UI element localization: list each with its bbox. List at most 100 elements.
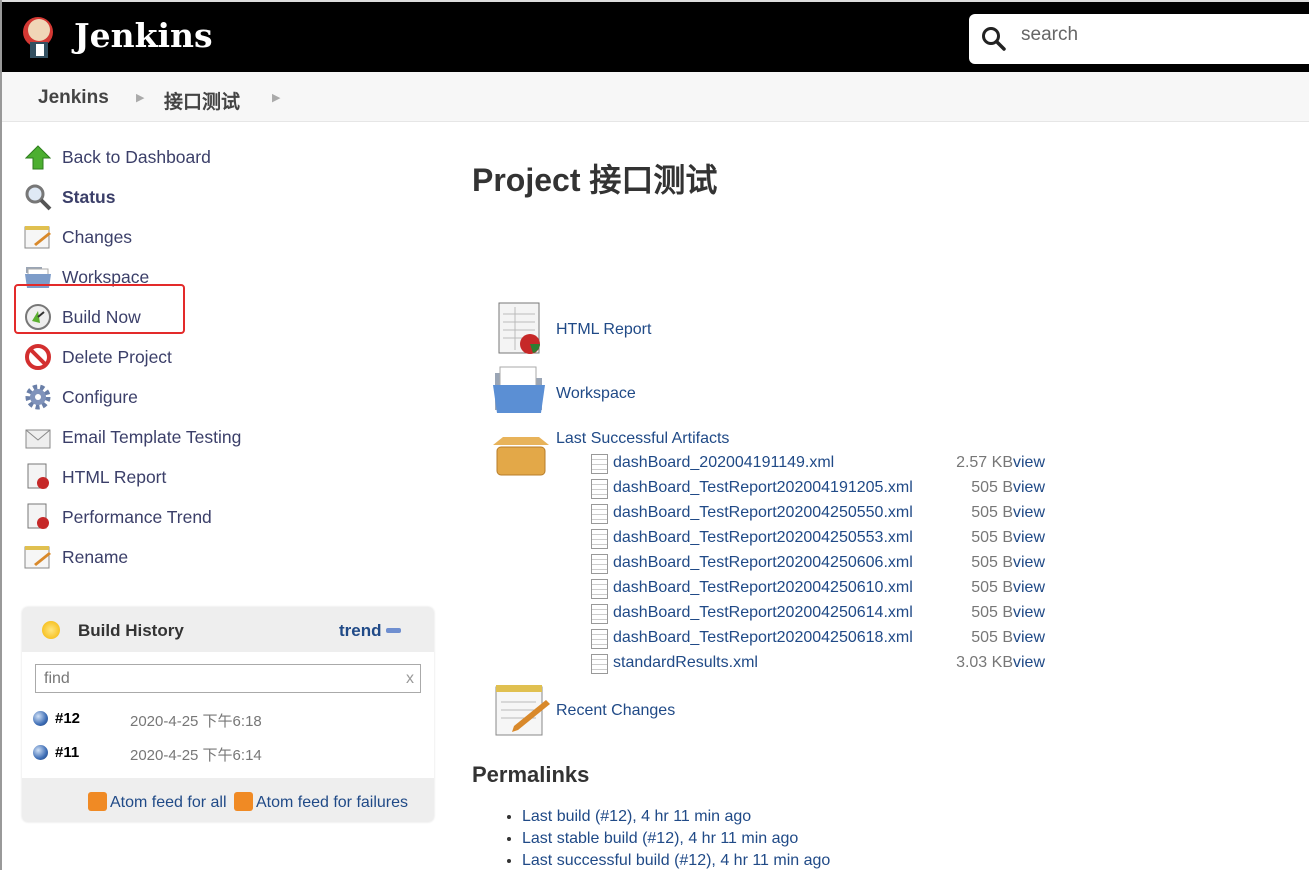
artifact-link[interactable]: dashBoard_TestReport202004250553.xml — [613, 529, 913, 547]
artifact-size: 2.57 KB — [956, 454, 1013, 471]
sidebar-item-changes[interactable]: Changes — [24, 222, 132, 252]
sidebar-item-label: Configure — [62, 386, 138, 407]
artifact-view-link[interactable]: view — [1013, 554, 1045, 572]
find-input[interactable]: find x — [35, 664, 421, 693]
breadcrumb-project[interactable]: 接口测试 — [164, 87, 240, 114]
recent-changes-link[interactable]: Recent Changes — [556, 702, 675, 720]
artifact-row: dashBoard_TestReport202004250606.xml 505 … — [591, 552, 1051, 577]
up-arrow-icon — [24, 143, 52, 171]
highlight-box — [14, 284, 185, 334]
envelope-icon — [24, 423, 52, 451]
report-icon — [24, 463, 52, 491]
jenkins-logo[interactable] — [22, 14, 58, 60]
workspace-link[interactable]: Workspace — [556, 385, 636, 403]
sidebar-item-label: Back to Dashboard — [62, 146, 211, 167]
permalink-item: Last successful build (#12), 4 hr 11 min… — [522, 850, 830, 872]
artifact-view-link[interactable]: view — [1013, 479, 1045, 497]
build-history-footer: Atom feed for all Atom feed for failures — [22, 778, 434, 822]
file-icon — [591, 654, 608, 674]
artifact-size: 505 B — [971, 604, 1013, 621]
permalink-last-build[interactable]: Last build (#12), 4 hr 11 min ago — [522, 808, 751, 825]
artifact-link[interactable]: dashBoard_TestReport202004250614.xml — [613, 604, 913, 622]
artifact-size: 505 B — [971, 504, 1013, 521]
file-icon — [591, 629, 608, 649]
artifact-link[interactable]: dashBoard_TestReport202004250618.xml — [613, 629, 913, 647]
artifact-view-link[interactable]: view — [1013, 629, 1045, 647]
artifact-size: 3.03 KB — [956, 654, 1013, 671]
artifact-view-link[interactable]: view — [1013, 604, 1045, 622]
sidebar-item-label: Performance Trend — [62, 506, 212, 527]
search-input[interactable] — [1021, 24, 1281, 46]
chevron-right-icon[interactable]: ▶ — [136, 91, 144, 104]
file-icon — [591, 454, 608, 474]
artifact-link[interactable]: dashBoard_TestReport202004250610.xml — [613, 579, 913, 597]
artifact-link[interactable]: dashBoard_TestReport202004250550.xml — [613, 504, 913, 522]
permalink-item: Last build (#12), 4 hr 11 min ago — [522, 806, 830, 828]
sidebar-item-delete-project[interactable]: Delete Project — [24, 342, 172, 372]
build-history-panel: Build History trend find x #12 2020-4-25 下… — [22, 607, 434, 822]
artifact-row: dashBoard_TestReport202004250614.xml 505 … — [591, 602, 1051, 627]
notepad-icon — [24, 223, 52, 251]
no-entry-icon — [24, 343, 52, 371]
artifact-row: standardResults.xml 3.03 KB view — [591, 652, 1051, 677]
artifact-view-link[interactable]: view — [1013, 654, 1045, 672]
permalinks-list: Last build (#12), 4 hr 11 min ago Last s… — [507, 806, 830, 872]
permalinks-heading: Permalinks — [472, 762, 590, 787]
trend-link[interactable]: trend — [339, 621, 382, 641]
artifact-row: dashBoard_TestReport202004250550.xml 505 … — [591, 502, 1051, 527]
status-ball-icon — [33, 745, 48, 760]
notepad-icon — [24, 543, 52, 571]
permalink-last-stable-build[interactable]: Last stable build (#12), 4 hr 11 min ago — [522, 830, 798, 847]
permalink-item: Last stable build (#12), 4 hr 11 min ago — [522, 828, 830, 850]
search-box[interactable] — [969, 14, 1309, 64]
chevron-right-icon[interactable]: ▶ — [272, 91, 280, 104]
report-icon — [498, 302, 540, 354]
sidebar-item-configure[interactable]: Configure — [24, 382, 138, 412]
artifact-size: 505 B — [971, 479, 1013, 496]
breadcrumb: Jenkins ▶ 接口测试 ▶ — [2, 72, 1309, 122]
build-history-title: Build History — [78, 621, 184, 640]
artifact-view-link[interactable]: view — [1013, 454, 1045, 472]
sidebar-item-back-to-dashboard[interactable]: Back to Dashboard — [24, 142, 211, 172]
sidebar-item-email-template-testing[interactable]: Email Template Testing — [24, 422, 241, 452]
artifact-link[interactable]: dashBoard_TestReport202004250606.xml — [613, 554, 913, 572]
atom-feed-all-link[interactable]: Atom feed for all — [110, 794, 227, 811]
sidebar-item-status[interactable]: Status — [24, 182, 115, 212]
artifact-row: dashBoard_TestReport202004250618.xml 505 … — [591, 627, 1051, 652]
build-link[interactable]: #11 — [55, 744, 79, 761]
artifact-link[interactable]: dashBoard_TestReport202004191205.xml — [613, 479, 913, 497]
build-history-header: Build History trend — [22, 607, 434, 652]
brand-name[interactable]: Jenkins — [74, 16, 213, 55]
sidebar-item-performance-trend[interactable]: Performance Trend — [24, 502, 212, 532]
magnifier-icon — [24, 183, 52, 211]
search-icon — [982, 27, 1006, 51]
breadcrumb-jenkins[interactable]: Jenkins — [38, 87, 109, 109]
sidebar-item-label: Delete Project — [62, 346, 172, 367]
sidebar-item-label: Changes — [62, 226, 133, 247]
page-title: Project 接口测试 — [472, 162, 718, 198]
artifact-size: 505 B — [971, 629, 1013, 646]
file-icon — [591, 554, 608, 574]
last-successful-artifacts-link[interactable]: Last Successful Artifacts — [556, 430, 729, 448]
artifact-link[interactable]: standardResults.xml — [613, 654, 758, 672]
html-report-link[interactable]: HTML Report — [556, 321, 651, 339]
clear-button[interactable]: x — [406, 665, 414, 692]
atom-feed-failures-link[interactable]: Atom feed for failures — [256, 794, 408, 811]
artifact-view-link[interactable]: view — [1013, 529, 1045, 547]
artifact-view-link[interactable]: view — [1013, 579, 1045, 597]
artifact-view-link[interactable]: view — [1013, 504, 1045, 522]
sidebar-item-html-report[interactable]: HTML Report — [24, 462, 166, 492]
artifact-link[interactable]: dashBoard_202004191149.xml — [613, 454, 834, 472]
find-placeholder: find — [44, 670, 70, 687]
notepad-icon — [495, 685, 550, 736]
permalink-last-successful-build[interactable]: Last successful build (#12), 4 hr 11 min… — [522, 852, 830, 869]
build-row: #12 2020-4-25 下午6:18 — [22, 701, 434, 735]
sidebar-item-rename[interactable]: Rename — [24, 542, 128, 572]
artifact-size: 505 B — [971, 579, 1013, 596]
minimize-icon[interactable] — [386, 628, 401, 633]
build-link[interactable]: #12 — [55, 710, 80, 727]
sidebar-item-label: HTML Report — [62, 466, 167, 487]
status-ball-icon — [33, 711, 48, 726]
package-icon — [493, 437, 549, 476]
rss-icon — [233, 792, 253, 811]
